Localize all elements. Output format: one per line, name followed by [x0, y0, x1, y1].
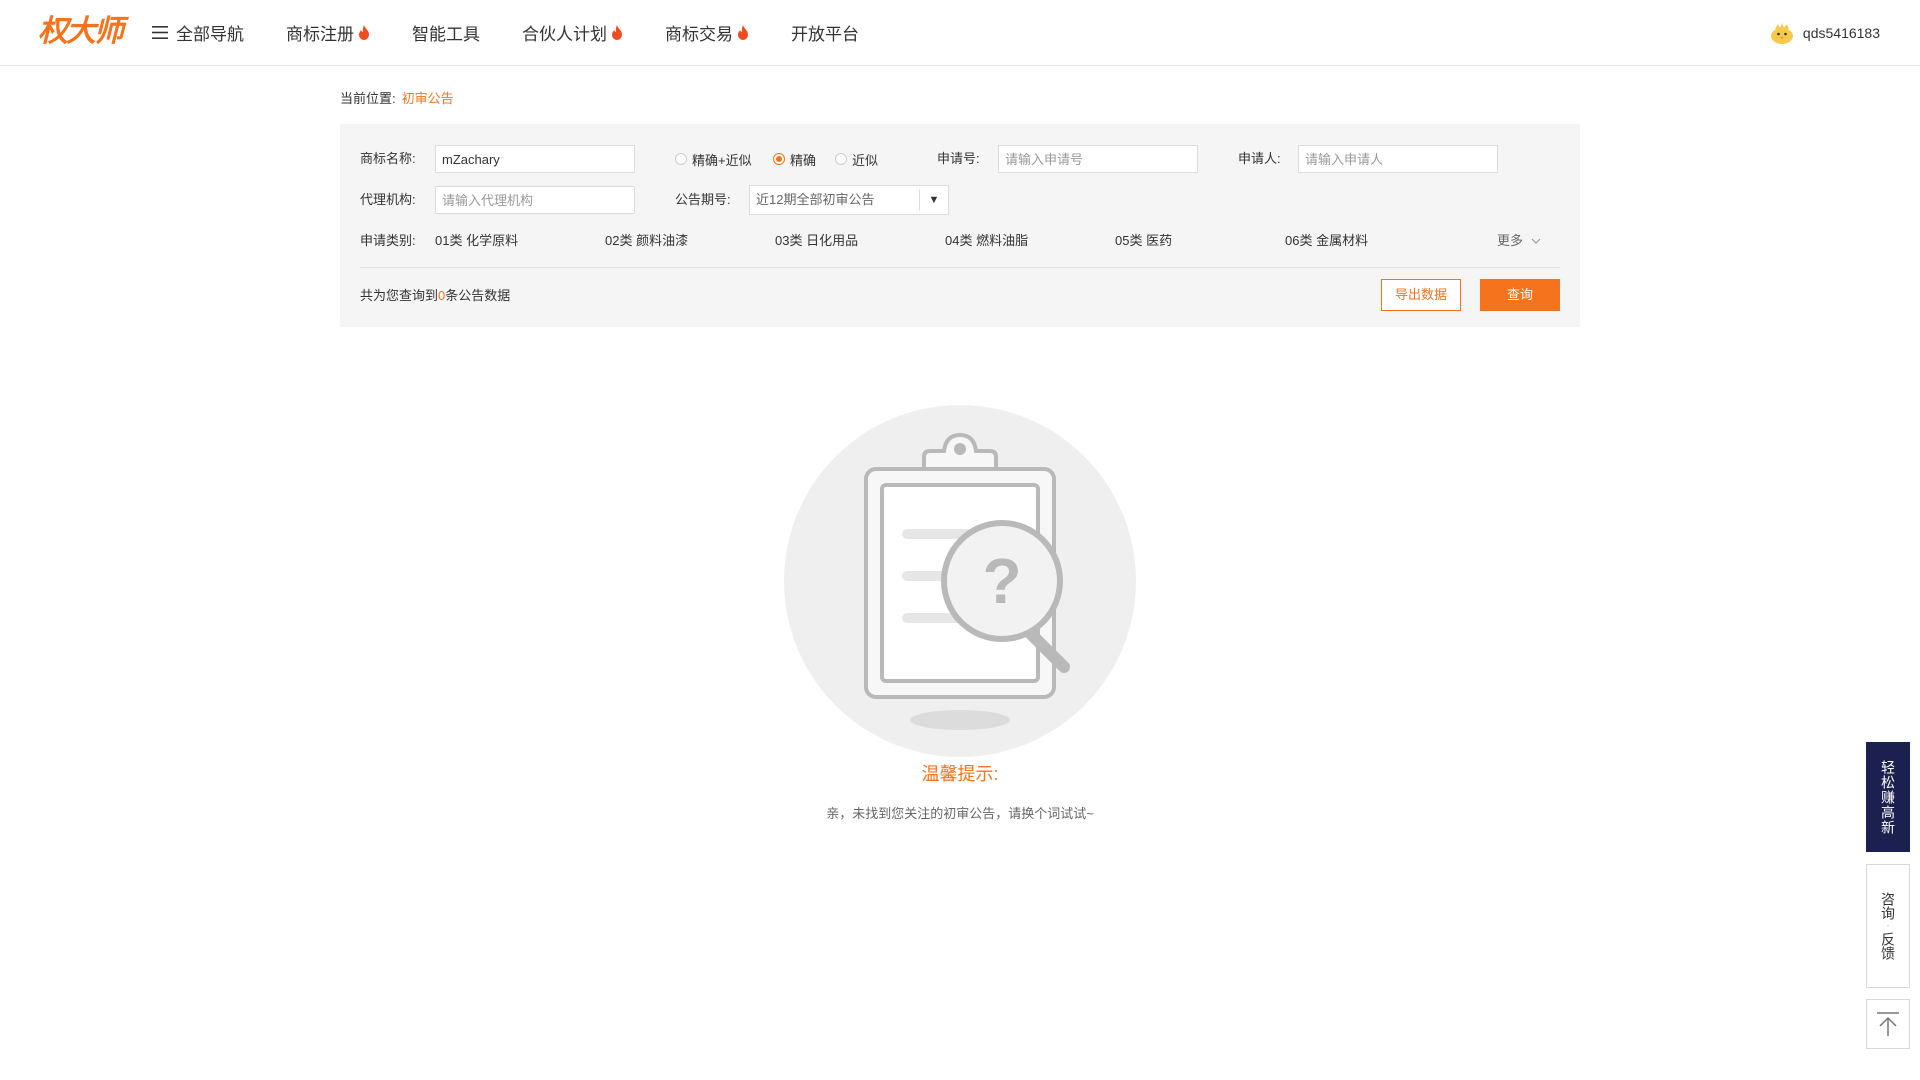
category-item[interactable]: 05类 医药 [1115, 226, 1172, 256]
site-logo[interactable]: 权大师 [38, 12, 124, 52]
match-option-exact[interactable]: 精确 [773, 144, 816, 174]
back-to-top-button[interactable] [1866, 999, 1910, 1049]
more-categories-button[interactable]: 更多 [1497, 226, 1541, 256]
flame-icon [738, 25, 748, 40]
feedback-bottom-label: 反馈 [1880, 932, 1896, 960]
result-suffix: 条公告数据 [445, 288, 511, 303]
flame-icon [612, 25, 622, 40]
category-label: 申请类别: [360, 233, 416, 248]
result-count-text: 共为您查询到0条公告数据 [360, 281, 510, 311]
issue-select-value: 近12期全部初审公告 [756, 192, 875, 207]
category-item[interactable]: 03类 日化用品 [775, 226, 858, 256]
empty-tip-title: 温馨提示: [921, 764, 999, 784]
chick-avatar-icon [1770, 23, 1793, 44]
applicant-label: 申请人: [1238, 151, 1281, 166]
svg-text:?: ? [982, 545, 1021, 617]
chevron-down-icon [1531, 238, 1541, 244]
issue-select[interactable]: 近12期全部初审公告 ▼ [749, 185, 949, 215]
nav-partner-plan-label: 合伙人计划 [522, 25, 607, 44]
feedback-float-button[interactable]: 咨询 - 反馈 [1866, 864, 1910, 988]
match-option-similar[interactable]: 近似 [835, 144, 878, 174]
trademark-name-input[interactable] [435, 145, 635, 173]
app-no-input[interactable] [998, 145, 1198, 173]
applicant-input[interactable] [1298, 145, 1498, 173]
back-to-top-icon [1877, 1012, 1899, 1036]
flame-icon [359, 25, 369, 40]
match-option-label: 精确+近似 [692, 152, 752, 168]
agency-input[interactable] [435, 186, 635, 214]
nav-trademark-trade[interactable]: 商标交易 [665, 20, 749, 45]
trademark-name-label: 商标名称: [360, 151, 416, 166]
nav-smart-tools-label: 智能工具 [412, 25, 480, 44]
username: qds5416183 [1802, 25, 1880, 41]
nav-partner-plan[interactable]: 合伙人计划 [522, 20, 623, 45]
feedback-top-label: 咨询 [1880, 892, 1896, 920]
breadcrumb: 当前位置: 初审公告 [340, 88, 454, 107]
dropdown-arrow-icon: ▼ [919, 189, 948, 211]
nav-trademark-register[interactable]: 商标注册 [286, 20, 370, 45]
promo-label: 轻松赚高新 [1880, 759, 1896, 835]
breadcrumb-prefix: 当前位置: [340, 91, 396, 106]
nav-open-platform[interactable]: 开放平台 [791, 20, 859, 45]
breadcrumb-current[interactable]: 初审公告 [402, 91, 454, 106]
agency-label: 代理机构: [360, 192, 416, 207]
match-option-exact-similar[interactable]: 精确+近似 [675, 144, 752, 174]
empty-tip-message: 亲，未找到您关注的初审公告，请换个词试试~ [826, 806, 1094, 821]
nav-smart-tools[interactable]: 智能工具 [412, 20, 480, 45]
nav-trademark-trade-label: 商标交易 [665, 25, 733, 44]
radio-icon [835, 153, 847, 165]
issue-label: 公告期号: [675, 192, 731, 207]
promo-float-button[interactable]: 轻松赚高新 [1866, 742, 1910, 852]
nav-open-platform-label: 开放平台 [791, 25, 859, 44]
query-button[interactable]: 查询 [1480, 279, 1560, 311]
panel-divider [360, 267, 1560, 268]
category-item[interactable]: 04类 燃料油脂 [945, 226, 1028, 256]
radio-icon [675, 153, 687, 165]
main-nav: 全部导航 商标注册 智能工具 合伙人计划 商标交易 开放平台 [152, 0, 901, 65]
radio-selected-icon [773, 153, 785, 165]
nav-all[interactable]: 全部导航 [152, 20, 244, 45]
feedback-separator: - [1886, 921, 1890, 930]
result-prefix: 共为您查询到 [360, 288, 439, 303]
match-option-label: 精确 [790, 152, 817, 168]
category-item[interactable]: 06类 金属材料 [1285, 226, 1368, 256]
nav-all-label: 全部导航 [176, 25, 244, 44]
category-item[interactable]: 02类 颜料油漆 [605, 226, 688, 256]
top-navbar: 权大师 全部导航 商标注册 智能工具 合伙人计划 商标交易 开放平台 qds54… [0, 0, 1920, 66]
search-panel: 商标名称: 精确+近似 精确 近似 申请号: 申请人: 代理机构: 公告期号: … [340, 124, 1580, 327]
menu-icon [152, 26, 168, 39]
more-label: 更多 [1497, 233, 1524, 248]
clipboard-question-icon: ? [784, 405, 1136, 757]
category-item[interactable]: 01类 化学原料 [435, 226, 518, 256]
match-option-label: 近似 [852, 152, 879, 168]
app-no-label: 申请号: [937, 151, 980, 166]
nav-trademark-register-label: 商标注册 [286, 25, 354, 44]
user-menu[interactable]: qds5416183 [1769, 20, 1880, 46]
export-data-button[interactable]: 导出数据 [1381, 279, 1461, 311]
